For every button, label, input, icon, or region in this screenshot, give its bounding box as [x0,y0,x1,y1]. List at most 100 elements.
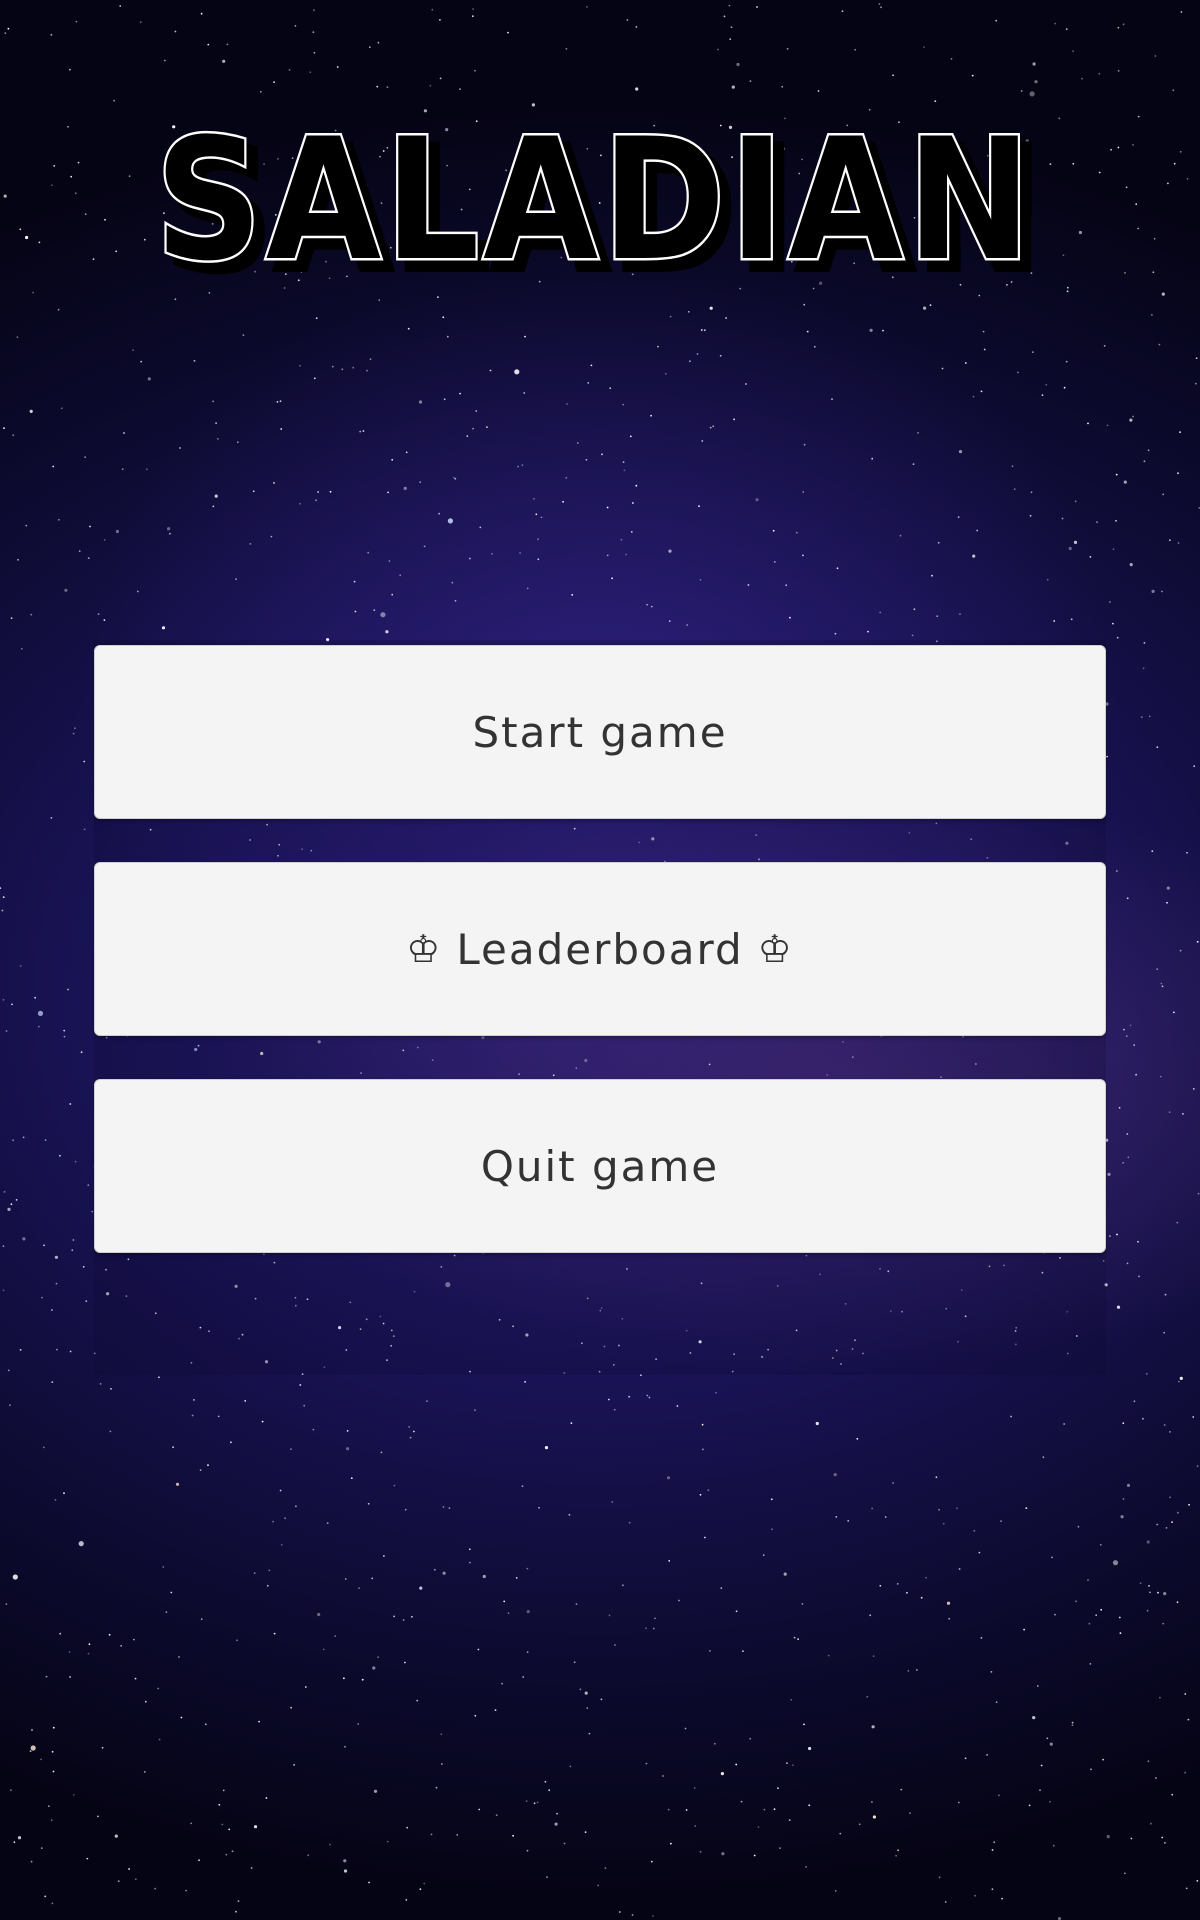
star [973,1529,976,1532]
star [469,557,471,560]
leaderboard-button[interactable]: ♔ Leaderboard ♔ [94,862,1106,1036]
star [1013,488,1016,490]
star [719,354,722,357]
star [1017,371,1019,374]
star [869,328,873,332]
star [1151,850,1154,852]
star [600,1698,603,1701]
star [3,427,5,429]
star [451,581,454,584]
star [1096,521,1098,523]
star [526,1849,529,1852]
star [707,1489,710,1492]
star [477,1648,480,1651]
star [242,334,245,337]
star [475,410,478,412]
star [406,1826,409,1829]
star [1070,618,1073,621]
star [590,364,593,367]
star [154,1887,157,1890]
star [1061,517,1064,520]
star [147,377,151,381]
star [29,1750,32,1752]
star [86,1857,89,1860]
star [304,1686,307,1688]
star [113,99,115,102]
star [871,1507,873,1510]
game-logo: SALADIAN SALADIAN [150,118,1050,288]
star [37,1025,40,1028]
star [792,1764,794,1766]
star [1147,1760,1150,1763]
star [1042,1456,1045,1459]
star [83,828,86,831]
star [585,458,588,461]
star [614,1644,616,1646]
star [802,491,805,493]
star [299,502,301,505]
star [709,426,712,429]
star [834,1890,837,1892]
star [515,1577,518,1579]
star [369,358,372,361]
star [442,1571,446,1575]
star [668,620,671,622]
star [367,551,370,554]
star [212,400,215,403]
star [404,1508,407,1511]
star [538,1506,540,1509]
star [693,1787,696,1789]
star [408,1426,411,1428]
star [1106,1835,1110,1839]
star [1138,1275,1140,1278]
star [1177,472,1179,475]
star [662,1775,664,1777]
star [104,218,106,221]
star [1129,418,1133,422]
star [713,1742,716,1745]
star [136,590,139,593]
star [635,87,639,91]
star [667,1808,670,1811]
star [878,3,881,5]
star [1133,1400,1136,1403]
star [900,1788,903,1791]
star [32,291,34,294]
star [474,69,476,72]
quit-game-button[interactable]: Quit game [94,1079,1106,1253]
star [1147,449,1150,452]
star [51,1750,54,1753]
star [622,1584,624,1587]
star [650,414,652,417]
star [7,1369,10,1372]
start-game-button[interactable]: Start game [94,645,1106,819]
star [31,1729,33,1731]
star [895,1854,897,1857]
star [620,538,623,541]
star [344,1578,347,1580]
star [991,1888,994,1891]
star [115,529,119,534]
star [53,165,56,167]
star [1052,1844,1055,1847]
star [1011,465,1014,468]
star [200,1618,203,1621]
star [998,1794,1000,1797]
star [756,6,758,8]
star [72,732,75,735]
star [892,74,894,77]
star [376,85,379,88]
star [1029,514,1032,517]
star [646,1394,649,1397]
star [533,497,535,500]
star [253,1572,256,1574]
star [170,1591,173,1594]
star [419,1888,422,1891]
star [87,1184,90,1187]
star [1129,563,1133,567]
star [44,1895,47,1898]
star [344,1745,346,1748]
star [303,1404,306,1407]
star [749,80,752,82]
star [3,1191,6,1193]
